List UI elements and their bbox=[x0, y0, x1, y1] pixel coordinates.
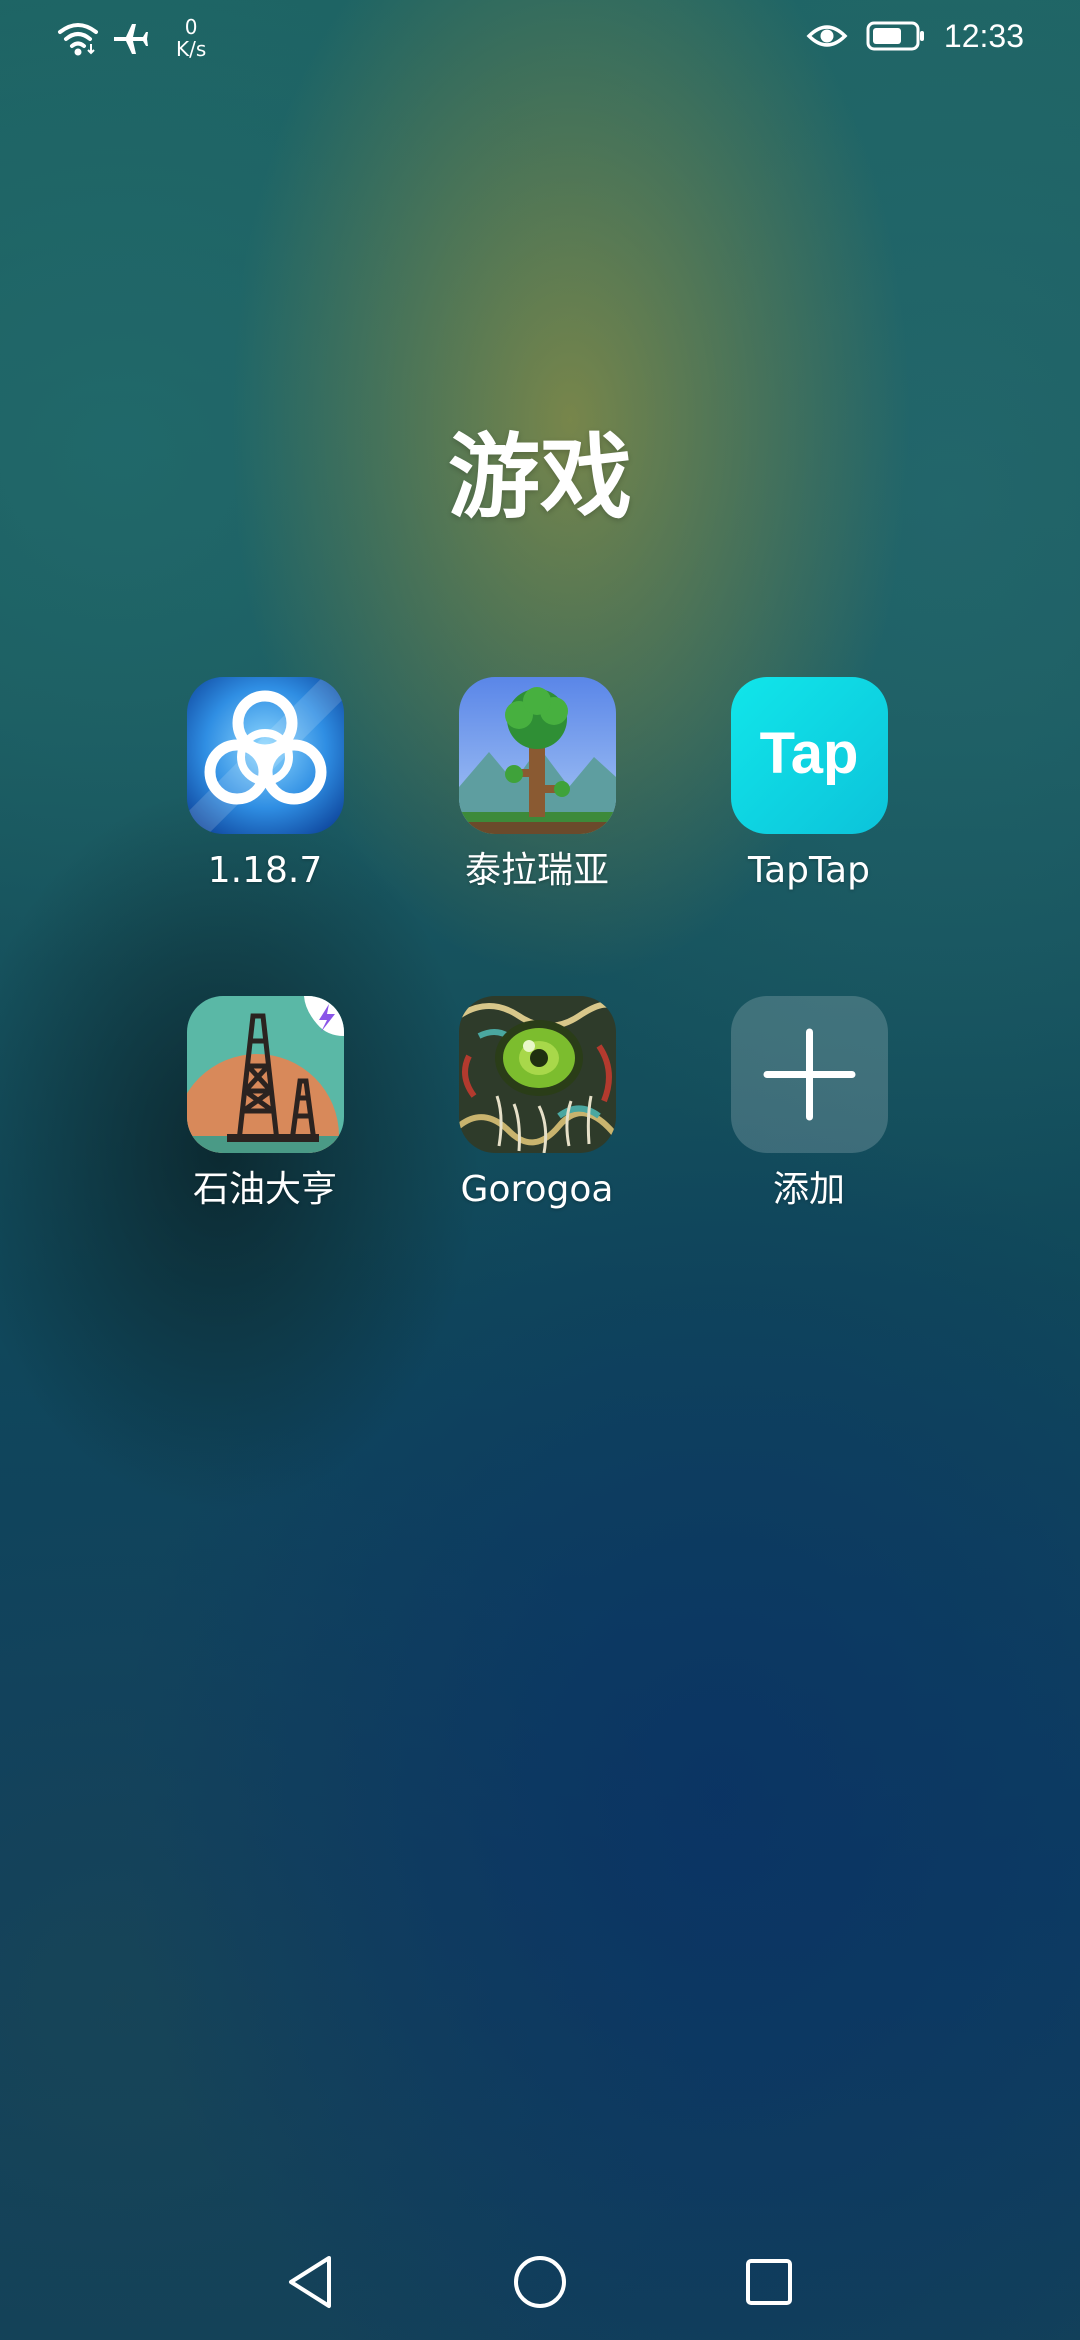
back-button[interactable] bbox=[278, 2250, 342, 2314]
gorogoa-eye-app-icon[interactable] bbox=[458, 996, 616, 1153]
network-speed-value: 0 bbox=[184, 15, 198, 39]
network-speed-unit: K/s bbox=[176, 37, 207, 61]
app-label: 石油大亨 bbox=[192, 1169, 337, 1210]
app-label: 1.18.7 bbox=[207, 850, 323, 891]
airplane-mode-icon bbox=[114, 24, 148, 54]
app-oil-tycoon[interactable]: 石油大亨 bbox=[130, 996, 400, 1213]
app-taptap[interactable]: Tap TapTap bbox=[674, 677, 944, 894]
back-icon bbox=[289, 2256, 331, 2308]
add-icon[interactable] bbox=[730, 996, 888, 1153]
app-label: TapTap bbox=[748, 850, 870, 891]
navigation-bar bbox=[0, 2230, 1080, 2330]
home-button[interactable] bbox=[508, 2250, 572, 2314]
biohazard-app-icon[interactable] bbox=[186, 677, 344, 834]
app-terraria[interactable]: 泰拉瑞亚 bbox=[402, 677, 672, 894]
battery-icon bbox=[866, 21, 924, 51]
add-app-button[interactable]: 添加 bbox=[674, 996, 944, 1213]
oil-rig-app-icon[interactable] bbox=[186, 996, 344, 1153]
clock: 12:33 bbox=[943, 18, 1024, 54]
app-label: 添加 bbox=[772, 1169, 845, 1210]
status-bar-right: 12:33 bbox=[806, 16, 1024, 56]
status-bar: 0 K/s 12:33 bbox=[0, 0, 1080, 72]
eye-comfort-icon bbox=[806, 25, 848, 47]
status-bar-left: 0 K/s bbox=[56, 16, 206, 60]
taptap-icon-text: Tap bbox=[759, 721, 858, 786]
app-plague-inc[interactable]: 1.18.7 bbox=[130, 677, 400, 894]
folder-app-grid: 1.18.7 泰拉瑞亚 Tap TapTap 石油大亨 Gorogoa 添加 bbox=[130, 677, 950, 1213]
recents-button[interactable] bbox=[737, 2250, 801, 2314]
app-gorogoa[interactable]: Gorogoa bbox=[402, 996, 672, 1213]
wifi-icon bbox=[58, 23, 98, 56]
taptap-app-icon[interactable]: Tap bbox=[730, 677, 888, 834]
folder-title[interactable]: 游戏 bbox=[0, 418, 1080, 538]
app-label: 泰拉瑞亚 bbox=[464, 850, 609, 891]
recents-icon bbox=[746, 2259, 792, 2305]
terraria-tree-app-icon[interactable] bbox=[458, 677, 616, 834]
network-speed: 0 K/s bbox=[176, 16, 206, 60]
home-icon bbox=[514, 2256, 566, 2308]
app-label: Gorogoa bbox=[460, 1169, 614, 1210]
